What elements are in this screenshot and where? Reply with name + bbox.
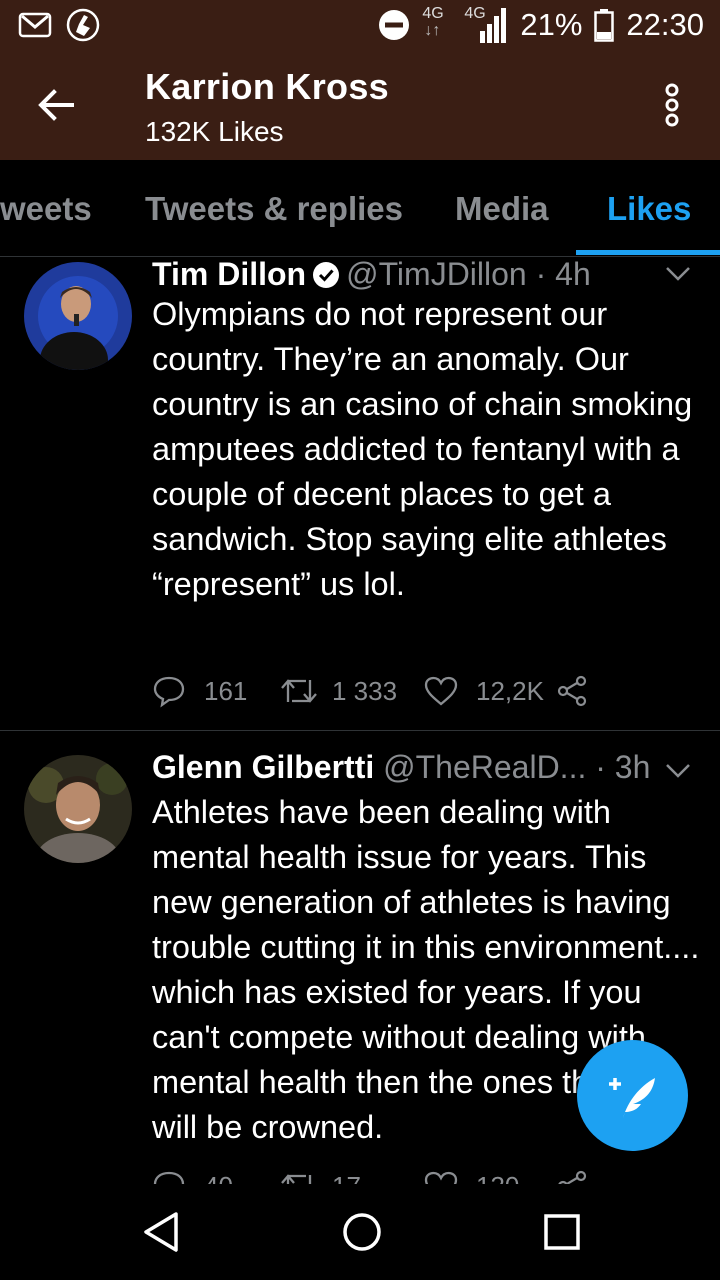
compose-feather-icon	[608, 1077, 655, 1118]
nav-recents-icon[interactable]	[540, 1210, 584, 1254]
reply-count: 161	[204, 675, 248, 706]
compose-tweet-button[interactable]	[577, 1040, 688, 1151]
tab-tweets[interactable]: weets	[0, 190, 92, 228]
retweet-count: 17	[332, 1171, 424, 1185]
separator-dot: ·	[595, 749, 606, 785]
reply-button[interactable]: 161	[152, 674, 280, 708]
dnd-icon	[379, 10, 410, 40]
active-tab-indicator	[576, 250, 720, 255]
tweet-text: Olympians do not represent our country. …	[152, 296, 693, 602]
retweet-icon	[281, 679, 317, 703]
reply-icon	[153, 1171, 185, 1184]
share-icon[interactable]	[556, 1170, 588, 1184]
nav-home-icon[interactable]	[340, 1210, 384, 1254]
status-bar: 4G ↓↑ 4G 21% 22:30	[0, 0, 720, 50]
network-2: 4G	[464, 5, 508, 45]
tweet-time: 4h	[555, 256, 591, 292]
author-name[interactable]: Glenn Gilbertti	[152, 749, 374, 785]
avatar[interactable]	[24, 262, 132, 370]
more-options-icon[interactable]	[660, 80, 684, 130]
battery-icon	[594, 9, 615, 42]
nav-back-icon[interactable]	[140, 1210, 184, 1254]
retweet-button[interactable]: 1 333	[280, 676, 424, 707]
tweet-actions: 161 1 333 12,2K	[152, 674, 588, 708]
profile-tabs: weets Tweets & replies Media Likes	[0, 160, 720, 257]
signal-icon	[480, 8, 507, 43]
chevron-down-icon[interactable]	[664, 761, 692, 781]
profile-header: Karrion Kross 132K Likes	[0, 50, 720, 160]
tweet-actions: 40 17 130	[152, 1169, 588, 1184]
retweet-count: 1 333	[332, 675, 398, 706]
tab-tweets-and-replies[interactable]: Tweets & replies	[145, 190, 403, 228]
clock: 22:30	[626, 7, 704, 42]
share-icon[interactable]	[556, 675, 588, 707]
profile-name: Karrion Kross	[145, 66, 389, 107]
like-count: 12,2K	[476, 675, 544, 706]
like-button[interactable]: 12,2K	[424, 676, 556, 707]
retweet-icon	[281, 1174, 312, 1184]
tweet-card[interactable]: Tim Dillon @TimJDillon · 4h Olympians do …	[0, 256, 720, 730]
updown-arrows-icon: ↓↑	[424, 22, 441, 39]
reply-count: 40	[204, 1171, 280, 1185]
reply-button[interactable]: 40	[152, 1169, 280, 1184]
author-handle: @TimJDillon	[346, 256, 527, 292]
author-handle: @TheRealD...	[383, 749, 587, 785]
author-name[interactable]: Tim Dillon	[152, 256, 306, 292]
tweet-header: Glenn Gilbertti @TheRealD... · 3h	[152, 749, 650, 786]
separator-dot: ·	[535, 256, 547, 292]
gmail-icon	[18, 12, 52, 38]
chevron-down-icon[interactable]	[664, 264, 692, 284]
battery-percent: 21%	[520, 7, 583, 42]
network-1: 4G ↓↑	[422, 5, 452, 45]
cleaner-icon	[66, 8, 100, 42]
verified-badge-icon	[313, 262, 340, 288]
system-nav-bar	[0, 1184, 720, 1280]
tweet-header: Tim Dillon @TimJDillon · 4h	[152, 256, 591, 293]
back-arrow-icon[interactable]	[32, 80, 82, 130]
tab-likes[interactable]: Likes	[607, 190, 691, 228]
heart-icon	[424, 676, 458, 706]
reply-icon	[153, 676, 185, 708]
avatar[interactable]	[24, 755, 132, 863]
like-button[interactable]: 130	[424, 1171, 556, 1185]
network-1-label: 4G	[422, 5, 444, 22]
like-count: 130	[476, 1171, 556, 1185]
tab-media[interactable]: Media	[455, 190, 549, 228]
heart-icon	[424, 1171, 458, 1184]
likes-count: 132K Likes	[145, 116, 284, 147]
tweet-time: 3h	[614, 749, 651, 785]
retweet-button[interactable]: 17	[280, 1171, 424, 1185]
